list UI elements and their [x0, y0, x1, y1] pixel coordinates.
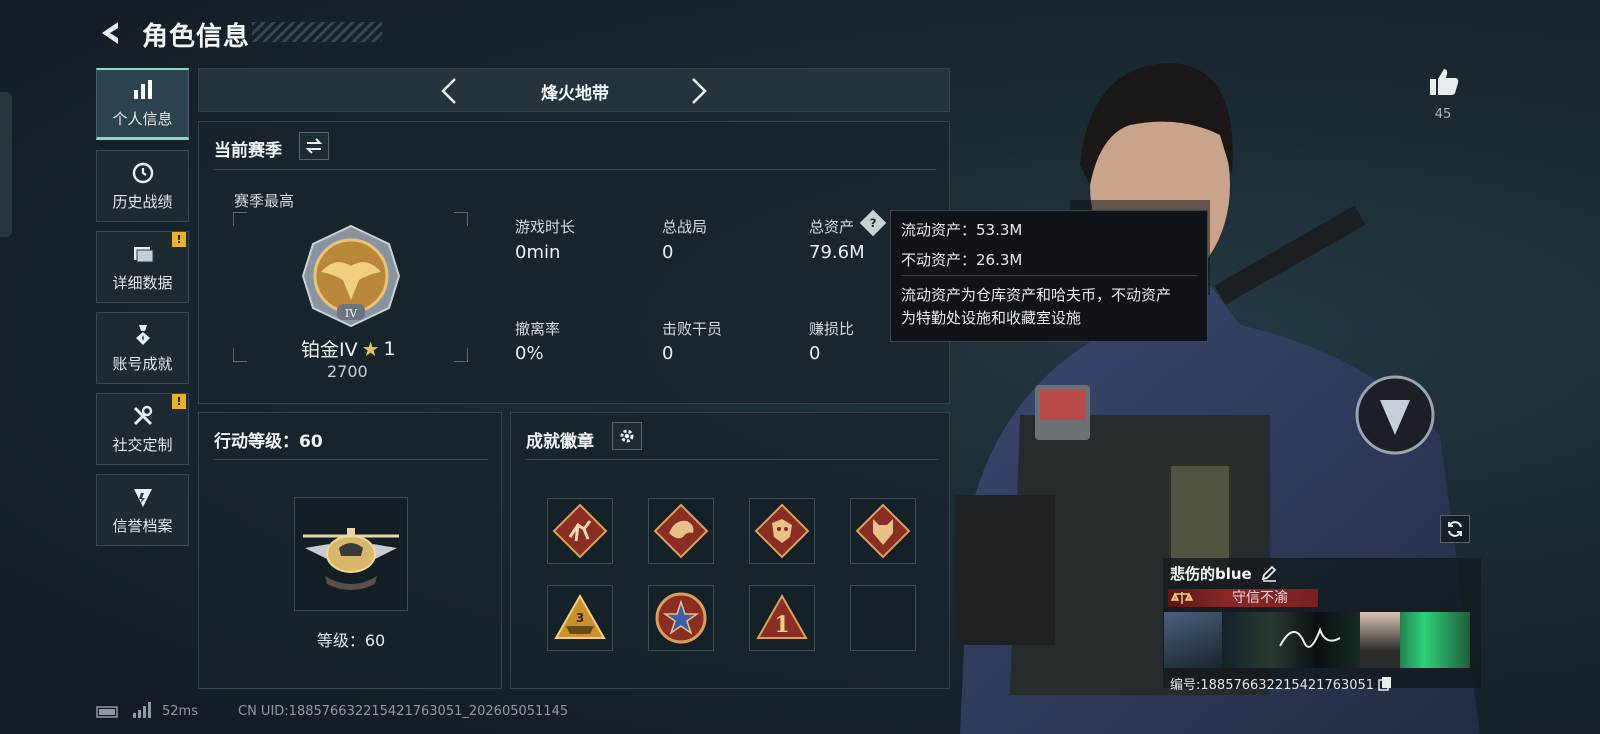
battery-icon: [96, 706, 118, 718]
runner-badge-icon[interactable]: [547, 498, 613, 564]
rank-emblem-icon: IV: [301, 224, 401, 328]
dragon-head-badge-icon[interactable]: [749, 498, 815, 564]
empty-badge-slot[interactable]: [850, 585, 916, 651]
sidebar-item-label: 社交定制: [112, 435, 173, 454]
stat-value: 0: [662, 242, 674, 263]
page-title: 角色信息: [142, 22, 251, 52]
title-banner: 守信不渝: [1168, 589, 1318, 607]
title-decoration: [252, 22, 382, 42]
svg-text:IV: IV: [345, 307, 358, 320]
profile-banner-card: [1164, 612, 1470, 668]
stat-value: 79.6M: [809, 242, 865, 263]
sidebar-item-achievements[interactable]: 账号成就: [96, 312, 189, 384]
signal-icon: [133, 702, 151, 718]
edit-pencil-icon[interactable]: [1260, 564, 1278, 582]
banner-thumbnail: [1164, 612, 1222, 668]
edge-drawer-tab[interactable]: [0, 92, 12, 237]
star-icon: ★: [361, 336, 380, 361]
switch-season-button[interactable]: [299, 132, 329, 160]
copy-icon[interactable]: [1378, 676, 1392, 691]
tooltip-liquid: 流动资产：53.3M: [901, 221, 1023, 239]
sidebar-item-label: 个人信息: [112, 110, 173, 128]
back-arrow-icon[interactable]: [96, 18, 126, 48]
achievements-panel: 成就徽章 3 1: [510, 412, 950, 689]
bar-chart-icon: [133, 80, 152, 99]
sidebar-item-label: 历史战绩: [112, 192, 173, 211]
mode-selector: 烽火地带: [198, 68, 950, 112]
sidebar-item-history[interactable]: 历史战绩: [96, 150, 189, 222]
action-level-panel: 行动等级：60 等级：60: [198, 412, 502, 689]
banner-portrait: [1360, 612, 1400, 668]
sidebar-item-label: 账号成就: [112, 354, 173, 373]
rank-name-row: 铂金IV ★ 1: [301, 335, 396, 362]
svg-text:3: 3: [576, 611, 584, 625]
refresh-icon: [1448, 521, 1462, 537]
stat-label: 撤离率: [515, 320, 561, 338]
wolf-badge-icon[interactable]: [850, 498, 916, 564]
stat-value: 0: [809, 343, 821, 364]
history-clock-icon: [132, 162, 153, 183]
sidebar-item-personal-info[interactable]: 个人信息: [96, 68, 189, 140]
number-one-badge-icon[interactable]: 1: [749, 585, 815, 651]
season-panel: 当前赛季 赛季最高 IV 铂金IV ★ 1 2700 游戏时长 0min 总战局…: [198, 121, 950, 404]
level-text: 等级：60: [316, 631, 386, 650]
achievements-title: 成就徽章: [526, 432, 594, 452]
star-seal-badge-icon[interactable]: [648, 585, 714, 651]
mode-label: 烽火地带: [541, 84, 609, 104]
scales-icon: [1170, 592, 1194, 604]
player-title: 守信不渝: [1232, 590, 1288, 606]
tooltip-desc-line1: 流动资产为仓库资产和哈夫币，不动资产: [901, 286, 1172, 304]
helicopter-emblem-icon: [303, 528, 399, 590]
stat-value: 0: [662, 343, 674, 364]
thumbs-up-icon[interactable]: [1428, 66, 1460, 98]
folder-icon: [133, 246, 153, 262]
chevron-right-icon[interactable]: [687, 77, 709, 105]
help-icon[interactable]: ?: [859, 209, 887, 237]
reputation-shield-icon: [133, 488, 152, 507]
stat-label: 总资产: [809, 218, 855, 236]
player-name: 悲伤的blue: [1170, 565, 1252, 583]
sidebar-item-details[interactable]: 详细数据 !: [96, 231, 189, 303]
stat-label: 赚损比: [809, 320, 855, 338]
season-best-label: 赛季最高: [234, 192, 295, 210]
tooltip-desc-line2: 为特勤处设施和收藏室设施: [901, 309, 1082, 327]
triangle-chevron-badge-icon[interactable]: 3: [547, 585, 613, 651]
alert-badge: !: [172, 394, 186, 409]
tools-icon: [133, 405, 152, 425]
player-uid: 编号:1885766322154217630​51: [1170, 678, 1375, 693]
gear-icon: [620, 429, 634, 443]
rank-score: 2700: [327, 362, 368, 381]
assets-tooltip: 流动资产：53.3M 不动资产：26.3M 流动资产为仓库资产和哈夫币，不动资产…: [890, 210, 1208, 342]
badge-settings-button[interactable]: [612, 422, 642, 450]
footer-uid: CN UID:1885766322154217630​51_2026050511…: [238, 704, 569, 719]
signature-icon: [1279, 627, 1341, 648]
tooltip-fixed: 不动资产：26.3M: [901, 251, 1023, 269]
stat-label: 游戏时长: [515, 218, 576, 236]
season-title: 当前赛季: [214, 141, 282, 161]
swap-arrows-icon: [305, 138, 323, 154]
alert-badge: !: [172, 232, 186, 247]
rank-stars: 1: [383, 337, 396, 360]
medal-icon: [135, 324, 150, 345]
sidebar-item-social[interactable]: 社交定制 !: [96, 393, 189, 465]
sidebar-item-label: 信誉档案: [112, 516, 173, 535]
sidebar-item-reputation[interactable]: 信誉档案: [96, 474, 189, 546]
player-uid-row: 编号:1885766322154217630​51: [1170, 674, 1392, 693]
stat-value: 0%: [515, 343, 544, 364]
stat-label: 总战局: [662, 218, 708, 236]
rank-name: 铂金IV: [301, 339, 358, 361]
sidebar-item-label: 详细数据: [112, 273, 173, 292]
dragon-badge-icon[interactable]: [648, 498, 714, 564]
stat-label: 击败干员: [662, 320, 723, 338]
likes-count: 45: [1434, 107, 1452, 122]
refresh-button[interactable]: [1440, 515, 1470, 543]
action-level-title: 行动等级：60: [214, 432, 323, 452]
svg-text:1: 1: [774, 612, 789, 638]
stat-value: 0min: [515, 242, 561, 263]
level-emblem-frame: [294, 497, 408, 611]
ping-text: 52ms: [162, 704, 198, 719]
